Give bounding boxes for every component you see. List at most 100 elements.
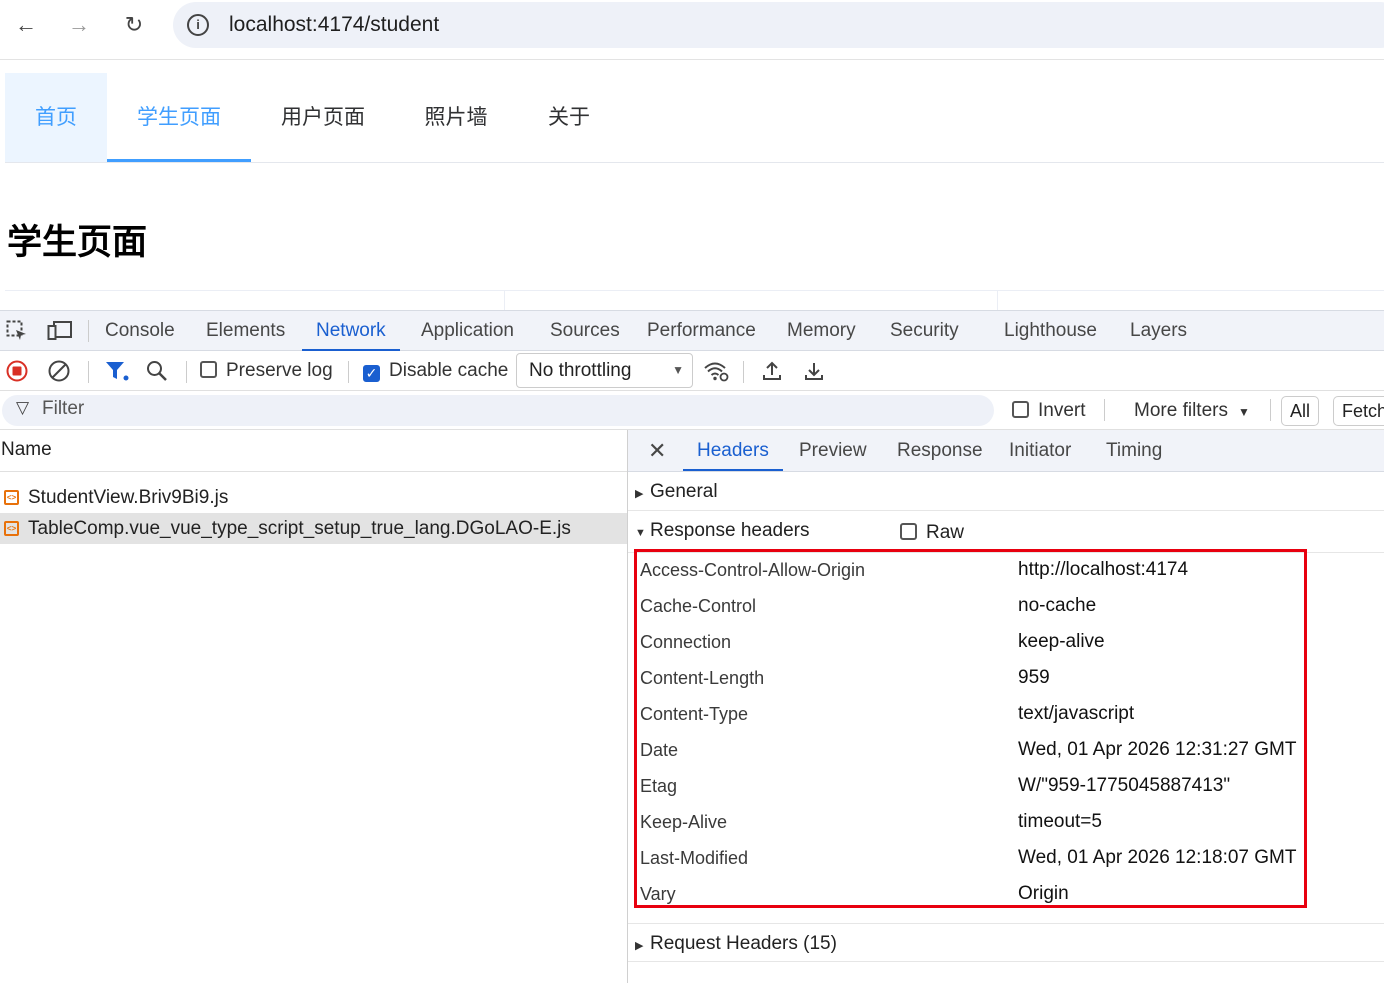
checkbox-unchecked-icon[interactable] [900,523,917,540]
inspect-element-icon[interactable] [6,320,28,342]
chevron-down-icon: ▼ [672,363,684,377]
site-info-icon[interactable]: i [187,14,209,36]
forward-icon[interactable]: → [64,10,94,40]
triangle-right-icon: ▶ [635,488,644,500]
disable-cache-checkbox[interactable]: ✓ Disable cache [363,351,508,391]
raw-checkbox[interactable]: Raw [900,513,964,552]
triangle-down-icon: ▼ [635,527,646,539]
header-row: Connection keep-alive [637,624,1304,660]
filter-input[interactable]: ▽ Filter [2,395,994,426]
tab-preview[interactable]: Preview [799,430,867,471]
invert-checkbox[interactable]: Invert [1012,391,1086,431]
header-key: Date [640,740,679,760]
highlight-box: Access-Control-Allow-Origin http://localh… [634,549,1307,908]
nav-item-student[interactable]: 学生页面 [107,73,251,162]
header-key: Connection [640,632,732,652]
general-label: General [650,481,718,502]
tab-network[interactable]: Network [302,311,400,351]
filter-icon[interactable] [105,360,129,382]
export-har-icon[interactable] [803,360,825,382]
tab-elements[interactable]: Elements [206,311,285,351]
request-row-selected[interactable]: <> TableComp.vue_vue_type_script_setup_t… [0,513,627,544]
reload-icon[interactable]: ↻ [119,10,149,40]
header-row: Date Wed, 01 Apr 2026 12:31:27 GMT [637,732,1304,768]
network-conditions-icon[interactable] [703,360,729,382]
chevron-down-icon: ▼ [1237,405,1250,419]
request-name: TableComp.vue_vue_type_script_setup_true… [28,518,571,539]
header-value: keep-alive [1018,631,1105,652]
close-icon[interactable]: ✕ [648,430,666,471]
header-value: no-cache [1018,595,1097,616]
request-detail-pane: ✕ Headers Preview Response Initiator Tim… [628,430,1384,983]
back-icon[interactable]: ← [11,10,41,40]
header-row: Access-Control-Allow-Origin http://localh… [637,552,1304,588]
preserve-log-checkbox[interactable]: Preserve log [200,351,333,391]
tab-lighthouse[interactable]: Lighthouse [1004,311,1097,351]
stop-recording-icon[interactable] [6,360,28,382]
tab-initiator[interactable]: Initiator [1009,430,1071,471]
tab-application[interactable]: Application [421,311,514,351]
header-key: Access-Control-Allow-Origin [640,560,866,580]
nav-item-about[interactable]: 关于 [517,73,621,162]
clear-icon[interactable] [48,360,70,382]
response-headers-section-header[interactable]: ▼ Response headers Raw [628,511,1384,553]
request-row[interactable]: <> StudentView.Briv9Bi9.js [0,482,627,513]
name-column-header[interactable]: Name [0,430,627,472]
checkbox-unchecked-icon[interactable] [1012,401,1029,418]
header-key: Keep-Alive [640,812,728,832]
checkbox-checked-icon[interactable]: ✓ [363,365,380,382]
nav-item-home[interactable]: 首页 [5,73,107,162]
tab-memory[interactable]: Memory [787,311,856,351]
header-row: Vary Origin [637,876,1304,912]
header-key: Content-Length [640,668,765,688]
more-filters-dropdown[interactable]: More filters ▼ [1134,391,1250,431]
address-bar[interactable]: i localhost:4174/student [173,2,1384,48]
header-value: 959 [1018,667,1050,688]
request-headers-section-header[interactable]: ▶ Request Headers (15) [628,923,1384,962]
header-value: http://localhost:4174 [1018,559,1189,580]
divider [88,361,89,383]
network-toolbar: Preserve log ✓ Disable cache No throttlin… [0,351,1384,391]
import-har-icon[interactable] [761,360,783,382]
header-value: timeout=5 [1018,811,1102,832]
general-section-header[interactable]: ▶ General [628,472,1384,511]
tab-performance[interactable]: Performance [647,311,756,351]
response-headers-label: Response headers [650,520,810,541]
detail-tab-bar: ✕ Headers Preview Response Initiator Tim… [628,430,1384,472]
tab-console[interactable]: Console [105,311,175,351]
devtools-tab-bar: Console Elements Network Application Sou… [0,310,1384,351]
nav-item-photo-wall[interactable]: 照片墙 [395,73,517,162]
filter-row: ▽ Filter Invert More filters ▼ All Fetch [0,391,1384,430]
header-key: Last-Modified [640,848,749,868]
script-file-icon: <> [4,490,19,505]
checkbox-unchecked-icon[interactable] [200,361,217,378]
request-name: StudentView.Briv9Bi9.js [28,487,229,508]
header-value: Wed, 01 Apr 2026 12:31:27 GMT [1018,739,1297,760]
request-list: Name <> StudentView.Briv9Bi9.js <> Table… [0,430,628,983]
throttling-select[interactable]: No throttling ▼ [516,353,693,388]
request-headers-label: Request Headers (15) [650,933,837,954]
table-divider [504,290,505,310]
header-key: Cache-Control [640,596,757,616]
tab-response[interactable]: Response [897,430,983,471]
header-row: Last-Modified Wed, 01 Apr 2026 12:18:07 G… [637,840,1304,876]
header-key: Content-Type [640,704,749,724]
nav-item-user[interactable]: 用户页面 [251,73,395,162]
invert-label: Invert [1038,400,1086,421]
disable-cache-label: Disable cache [389,360,509,381]
site-nav-menu: 首页 学生页面 用户页面 照片墙 关于 [5,73,1384,163]
type-filter-fetch[interactable]: Fetch [1333,396,1384,426]
search-icon[interactable] [146,360,168,382]
triangle-right-icon: ▶ [635,940,644,952]
tab-security[interactable]: Security [890,311,959,351]
url-text[interactable]: localhost:4174/student [229,13,439,37]
tab-sources[interactable]: Sources [550,311,620,351]
device-toolbar-icon[interactable] [47,320,73,342]
page-title: 学生页面 [7,223,148,262]
browser-toolbar: ← → ↻ i localhost:4174/student [0,0,1384,60]
tab-layers[interactable]: Layers [1130,311,1187,351]
type-filter-all[interactable]: All [1281,396,1320,426]
header-key: Etag [640,776,678,796]
tab-headers[interactable]: Headers [683,430,783,471]
tab-timing[interactable]: Timing [1106,430,1162,471]
